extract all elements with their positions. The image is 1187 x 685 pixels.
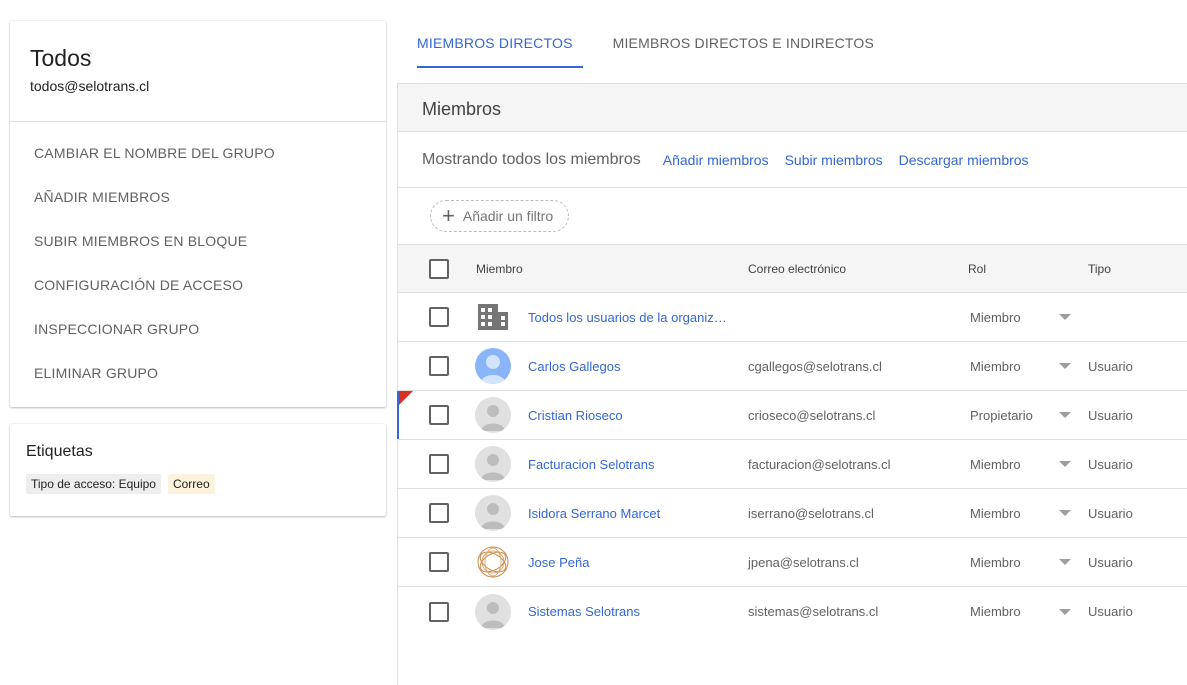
person-icon (475, 495, 511, 531)
row-checkbox[interactable] (429, 454, 449, 474)
labels-card: Etiquetas Tipo de acceso: Equipo Correo (10, 424, 386, 516)
label-chip-access-type: Tipo de acceso: Equipo (26, 474, 161, 494)
building-icon (475, 299, 511, 335)
add-members-action[interactable]: AÑADIR MIEMBROS (10, 175, 386, 219)
member-email: jpena@selotrans.cl (748, 554, 859, 570)
table-row[interactable]: Cristian Rioseco crioseco@selotrans.cl P… (397, 391, 1187, 440)
members-toolbar: Mostrando todos los miembros Añadir miem… (398, 132, 1187, 188)
label-chip-email: Correo (167, 474, 215, 494)
person-icon (475, 397, 511, 433)
member-role[interactable]: Miembro (970, 293, 1021, 341)
member-role[interactable]: Propietario (970, 391, 1033, 439)
group-actions: CAMBIAR EL NOMBRE DEL GRUPO AÑADIR MIEMB… (10, 122, 386, 395)
filter-row: + Añadir un filtro (398, 188, 1187, 244)
member-email: sistemas@selotrans.cl (748, 604, 879, 619)
select-all-checkbox[interactable] (429, 258, 449, 279)
add-filter-button[interactable]: + Añadir un filtro (430, 200, 570, 232)
members-table-header: Miembro Correo electrónico Rol Tipo (398, 244, 1187, 293)
user-photo-avatar (475, 348, 511, 384)
delete-group-action[interactable]: ELIMINAR GRUPO (10, 351, 386, 395)
table-row[interactable]: Todos los usuarios de la organiz… Miembr… (398, 293, 1187, 342)
group-email: todos@selotrans.cl (30, 78, 150, 94)
member-role[interactable]: Miembro (970, 538, 1021, 586)
member-name[interactable]: Facturacion Selotrans (528, 440, 654, 488)
members-panel: Miembros Mostrando todos los miembros Añ… (397, 83, 1187, 685)
member-name[interactable]: Sistemas Selotrans (528, 587, 640, 636)
row-checkbox[interactable] (429, 601, 449, 622)
access-settings-action[interactable]: CONFIGURACIÓN DE ACCESO (10, 263, 386, 307)
member-name[interactable]: Carlos Gallegos (528, 342, 621, 390)
row-checkbox[interactable] (429, 552, 449, 572)
column-role[interactable]: Rol (968, 245, 986, 292)
tab-direct-members[interactable]: MIEMBROS DIRECTOS (417, 0, 583, 68)
download-members-link[interactable]: Descargar miembros (899, 152, 1029, 168)
member-role[interactable]: Miembro (970, 440, 1021, 488)
member-type: Usuario (1088, 505, 1133, 521)
group-header: Todos todos@selotrans.cl (10, 21, 386, 122)
labels-title: Etiquetas (26, 443, 93, 460)
row-checkbox[interactable] (429, 503, 449, 523)
column-type[interactable]: Tipo (1088, 245, 1111, 292)
member-role[interactable]: Miembro (970, 587, 1021, 636)
table-row[interactable]: Facturacion Selotrans facturacion@selotr… (398, 440, 1187, 489)
add-filter-label: Añadir un filtro (462, 208, 554, 224)
role-dropdown-icon[interactable] (1059, 461, 1071, 467)
table-row[interactable]: Jose Peña jpena@selotrans.cl Miembro Usu… (398, 538, 1187, 587)
member-name[interactable]: Todos los usuarios de la organiz… (528, 293, 727, 341)
member-type: Usuario (1088, 407, 1133, 423)
column-email[interactable]: Correo electrónico (748, 245, 846, 292)
member-type: Usuario (1088, 554, 1133, 570)
role-dropdown-icon[interactable] (1059, 559, 1071, 565)
member-tabs: MIEMBROS DIRECTOS MIEMBROS DIRECTOS E IN… (417, 0, 874, 68)
add-members-link[interactable]: Añadir miembros (663, 152, 769, 168)
showing-text: Mostrando todos los miembros (422, 150, 641, 168)
row-checkbox[interactable] (429, 307, 449, 327)
table-row[interactable]: Carlos Gallegos cgallegos@selotrans.cl M… (398, 342, 1187, 391)
inspect-group-action[interactable]: INSPECCIONAR GRUPO (10, 307, 386, 351)
member-email: crioseco@selotrans.cl (748, 407, 876, 423)
role-dropdown-icon[interactable] (1059, 412, 1071, 418)
tab-direct-and-indirect-members[interactable]: MIEMBROS DIRECTOS E INDIRECTOS (613, 0, 874, 68)
person-icon (475, 446, 511, 482)
role-dropdown-icon[interactable] (1059, 314, 1071, 320)
member-name[interactable]: Jose Peña (528, 538, 589, 586)
table-row[interactable]: Isidora Serrano Marcet iserrano@selotran… (398, 489, 1187, 538)
bulk-upload-action[interactable]: SUBIR MIEMBROS EN BLOQUE (10, 219, 386, 263)
spiral-logo-avatar (475, 544, 511, 580)
table-row[interactable]: Sistemas Selotrans sistemas@selotrans.cl… (398, 587, 1187, 636)
member-role[interactable]: Miembro (970, 342, 1021, 390)
member-name[interactable]: Cristian Rioseco (528, 391, 623, 439)
member-role[interactable]: Miembro (970, 489, 1021, 537)
column-member[interactable]: Miembro (476, 245, 523, 292)
group-card: Todos todos@selotrans.cl CAMBIAR EL NOMB… (10, 21, 386, 407)
member-email: cgallegos@selotrans.cl (748, 358, 882, 374)
row-checkbox[interactable] (429, 356, 449, 376)
role-dropdown-icon[interactable] (1059, 608, 1071, 615)
plus-icon: + (442, 203, 455, 228)
members-panel-title: Miembros (398, 84, 1187, 132)
group-name: Todos (30, 45, 92, 71)
member-name[interactable]: Isidora Serrano Marcet (528, 489, 660, 537)
person-icon (475, 593, 511, 630)
rename-group-action[interactable]: CAMBIAR EL NOMBRE DEL GRUPO (10, 131, 386, 175)
label-chips: Tipo de acceso: Equipo Correo (10, 461, 386, 494)
member-type: Usuario (1088, 604, 1133, 619)
member-email: facturacion@selotrans.cl (748, 456, 891, 472)
member-type: Usuario (1088, 456, 1133, 472)
upload-members-link[interactable]: Subir miembros (785, 152, 883, 168)
role-dropdown-icon[interactable] (1059, 363, 1071, 369)
member-type: Usuario (1088, 358, 1133, 374)
role-dropdown-icon[interactable] (1059, 510, 1071, 516)
member-email: iserrano@selotrans.cl (748, 505, 874, 521)
row-checkbox[interactable] (429, 405, 449, 425)
